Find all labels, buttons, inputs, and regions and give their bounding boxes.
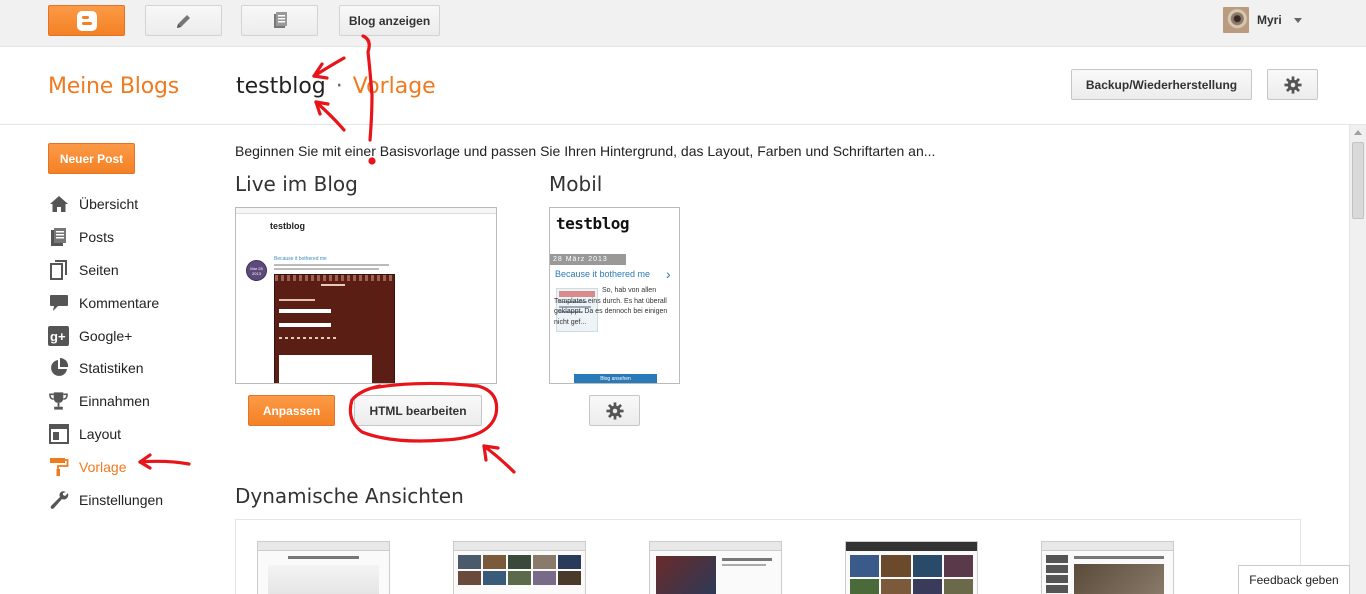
preview-post-title: Because it bothered me [274,256,327,262]
preview-date-badge: Mar 28 2013 [246,260,267,281]
sidebar-item-label: Google+ [79,327,133,344]
sidebar-item-layout[interactable]: Layout [48,418,218,451]
sidebar-item-label: Übersicht [79,196,139,213]
page-header: Meine Blogs testblog · Vorlage Backup/Wi… [0,48,1366,125]
sidebar-item-label: Einstellungen [79,491,164,508]
edit-html-button[interactable]: HTML bearbeiten [354,395,482,426]
sidebar-nav: Übersicht Posts Seiten Kommentare g+ Goo… [48,188,218,516]
preview-blog-title: testblog [270,221,305,231]
intro-text: Beginnen Sie mit einer Basisvorlage und … [235,143,936,159]
pencil-icon [176,14,190,28]
home-icon [48,194,69,215]
preview-text-line [274,264,389,266]
dynamic-view-thumbnail[interactable] [649,541,782,594]
breadcrumb: testblog · Vorlage [236,74,436,99]
user-name: Myri [1257,13,1282,27]
breadcrumb-blog-name[interactable]: testblog [236,74,326,99]
sidebar-item-stats[interactable]: Statistiken [48,352,218,385]
sidebar-item-comments[interactable]: Kommentare [48,286,218,319]
dynamic-view-thumbnail[interactable] [1041,541,1174,594]
scrollbar-thumb[interactable] [1352,142,1364,219]
sidebar-item-overview[interactable]: Übersicht [48,188,218,221]
dynamic-view-thumbnail[interactable] [845,541,978,594]
sidebar-item-label: Vorlage [79,458,127,475]
page-title: Vorlage [352,74,436,99]
my-blogs-link[interactable]: Meine Blogs [48,74,179,99]
sidebar-item-settings[interactable]: Einstellungen [48,483,218,516]
top-bar: Blog anzeigen Myri [0,0,1366,47]
dynamic-view-thumbnail[interactable] [257,541,390,594]
sidebar-item-earnings[interactable]: Einnahmen [48,385,218,418]
dynamic-view-thumbnail[interactable] [453,541,586,594]
mobile-preview-button: Blog ansehen [574,374,657,383]
feedback-button[interactable]: Feedback geben [1238,565,1350,594]
sidebar-item-label: Layout [79,425,122,442]
settings-gear-button[interactable] [1267,69,1318,100]
customize-button[interactable]: Anpassen [248,395,335,426]
mobile-preview-text: So, hab von allen Templates eins durch. … [554,287,668,326]
sidebar-item-label: Posts [79,229,115,246]
chevron-down-icon [1293,17,1302,23]
sidebar-item-google-plus[interactable]: g+ Google+ [48,319,218,352]
live-template-preview[interactable]: testblog Because it bothered me Mar 28 2… [235,207,497,384]
mobile-preview-post-title: Because it bothered me [555,269,651,279]
preview-navbar [236,208,496,214]
blogger-logo-button[interactable] [48,5,125,36]
sidebar-item-label: Kommentare [79,294,160,311]
sidebar-item-label: Seiten [79,261,119,278]
comment-icon [48,292,69,313]
new-post-button[interactable]: Neuer Post [48,143,135,174]
posts-list-button[interactable] [241,5,318,36]
view-blog-button[interactable]: Blog anzeigen [339,5,440,36]
breadcrumb-separator: · [335,74,343,99]
vertical-scrollbar[interactable] [1349,125,1366,594]
mobile-preview-date: 28 März 2013 [550,254,626,265]
sidebar-item-posts[interactable]: Posts [48,221,218,254]
wrench-icon [48,489,69,510]
mobile-template-preview[interactable]: testblog 28 März 2013 Because it bothere… [549,207,680,384]
document-stack-icon [273,11,287,28]
mobile-settings-button[interactable] [589,395,640,426]
gear-icon [605,401,624,420]
new-post-pencil-button[interactable] [145,5,222,36]
preview-text-line [274,268,379,270]
google-plus-icon: g+ [48,325,69,346]
sidebar-item-label: Statistiken [79,360,144,377]
avatar [1223,7,1249,33]
sidebar-item-template[interactable]: Vorlage [48,450,218,483]
pages-icon [48,259,69,280]
pie-chart-icon [48,358,69,379]
trophy-icon [48,391,69,412]
layout-icon [48,423,69,444]
svg-text:g+: g+ [50,329,66,344]
backup-restore-button[interactable]: Backup/Wiederherstellung [1071,69,1252,100]
dynamic-views-gallery [235,519,1301,594]
sidebar-item-pages[interactable]: Seiten [48,254,218,287]
posts-icon [48,227,69,248]
paint-roller-icon [48,456,69,477]
mobile-section-title: Mobil [549,172,603,196]
preview-image [274,274,395,383]
live-section-title: Live im Blog [235,172,358,196]
blogger-logo-icon [76,10,97,31]
sidebar-item-label: Einnahmen [79,393,150,410]
gear-icon [1283,75,1302,94]
dynamic-views-title: Dynamische Ansichten [235,484,464,508]
user-menu[interactable]: Myri [1223,7,1302,33]
scroll-up-arrow-icon[interactable] [1354,130,1362,135]
mobile-preview-blog-title: testblog [556,214,630,233]
chevron-right-icon[interactable]: › [666,266,671,282]
